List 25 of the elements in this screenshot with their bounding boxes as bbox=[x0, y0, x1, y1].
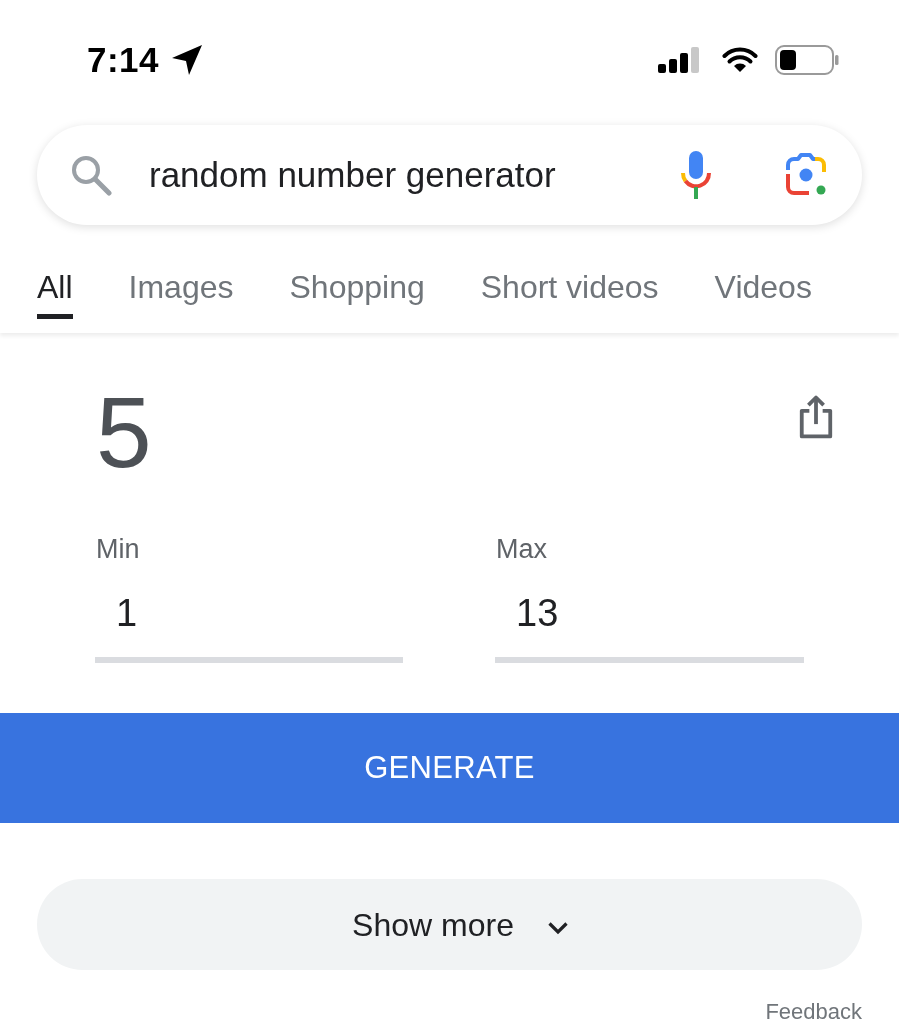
number-input-field[interactable]: 13 bbox=[495, 575, 804, 663]
microphone-icon[interactable] bbox=[680, 151, 712, 199]
show-more-button[interactable]: Show more bbox=[37, 879, 862, 970]
generate-button[interactable]: GENERATE bbox=[0, 713, 899, 823]
camera-lens-icon[interactable] bbox=[784, 153, 828, 197]
status-time: 7:14 bbox=[87, 40, 160, 80]
tab[interactable]: Images bbox=[128, 255, 234, 319]
tab[interactable]: Short videos bbox=[480, 255, 659, 319]
feedback-link[interactable]: Feedback bbox=[765, 1000, 862, 1024]
number-input-field[interactable]: 1 bbox=[95, 575, 403, 663]
tab[interactable]: Shopping bbox=[289, 255, 425, 319]
search-field[interactable]: random number generator bbox=[37, 125, 862, 225]
battery-icon bbox=[775, 45, 839, 75]
field-label: Min bbox=[96, 533, 140, 565]
field-label: Max bbox=[496, 533, 547, 565]
tab[interactable]: All bbox=[37, 255, 73, 319]
signal-icon bbox=[658, 47, 700, 73]
location-arrow-icon bbox=[171, 44, 204, 76]
search-icon bbox=[70, 154, 112, 196]
tab[interactable]: Videos bbox=[714, 255, 812, 319]
chevron-down-icon bbox=[546, 920, 569, 935]
share-icon[interactable] bbox=[797, 393, 835, 440]
result-number: 5 bbox=[96, 382, 152, 482]
search-query: random number generator bbox=[149, 154, 557, 196]
wifi-icon bbox=[722, 47, 758, 73]
